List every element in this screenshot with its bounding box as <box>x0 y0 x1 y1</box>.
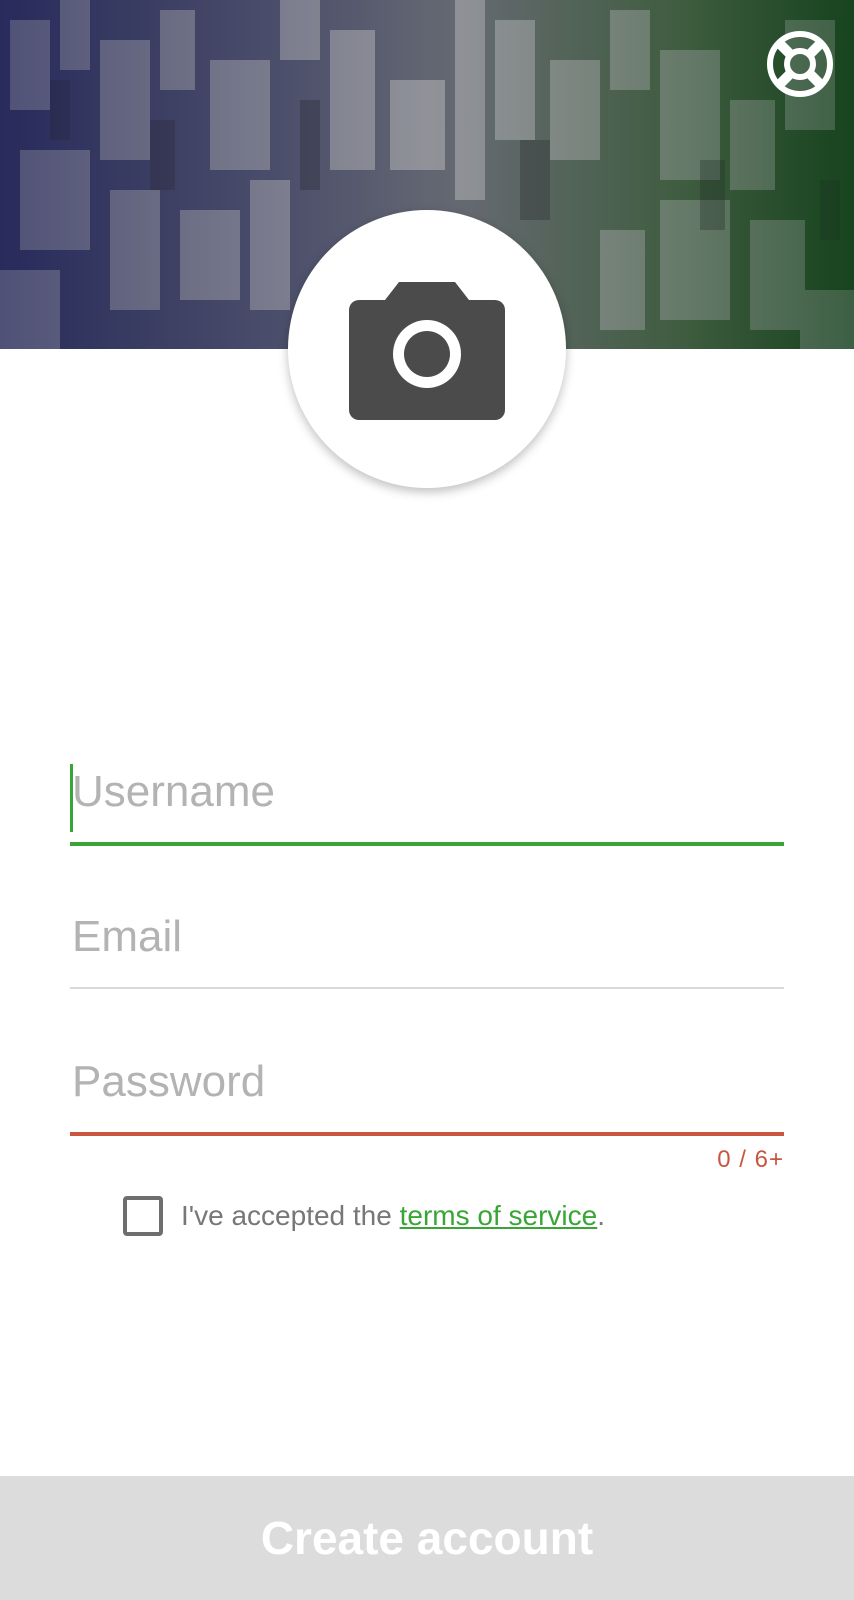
password-underline <box>70 1132 784 1136</box>
terms-of-service-link[interactable]: terms of service <box>400 1200 598 1231</box>
username-field[interactable] <box>70 760 784 846</box>
email-underline <box>70 987 784 989</box>
email-field[interactable] <box>70 905 784 989</box>
lifebuoy-icon <box>767 31 833 97</box>
password-input[interactable] <box>70 1050 784 1114</box>
help-button[interactable] <box>766 30 836 100</box>
signup-screen: 0 / 6+ I've accepted the terms of servic… <box>0 0 854 1600</box>
create-account-button[interactable]: Create account <box>0 1476 854 1600</box>
create-account-label: Create account <box>260 1512 594 1564</box>
terms-row: I've accepted the terms of service. <box>123 1196 605 1236</box>
password-length-counter: 0 / 6+ <box>717 1146 784 1173</box>
password-field[interactable] <box>70 1050 784 1136</box>
username-input[interactable] <box>70 760 784 824</box>
text-cursor <box>70 764 73 832</box>
username-underline <box>70 842 784 846</box>
email-input[interactable] <box>70 905 784 969</box>
terms-label: I've accepted the terms of service. <box>181 1200 605 1232</box>
avatar-photo-picker[interactable] <box>288 210 566 488</box>
terms-suffix: . <box>597 1200 605 1231</box>
terms-prefix: I've accepted the <box>181 1200 400 1231</box>
camera-icon <box>349 282 505 420</box>
terms-checkbox[interactable] <box>123 1196 163 1236</box>
